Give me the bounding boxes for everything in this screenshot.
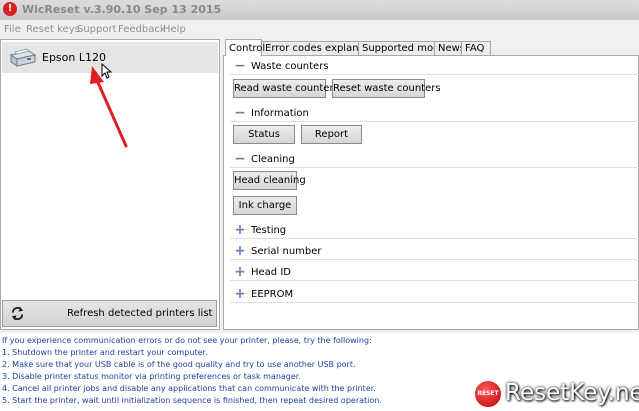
section-label: EEPROM xyxy=(251,289,294,300)
section-label: Head ID xyxy=(251,267,291,278)
control-panel: Control Error codes explanation Supporte… xyxy=(223,39,639,330)
log-line: 1. Shutdown the printer and restart your… xyxy=(2,348,208,357)
menu-feedback[interactable]: Feedback xyxy=(118,24,166,35)
section-label: Testing xyxy=(251,225,287,236)
log-line: 4. Cancel all printer jobs and disable a… xyxy=(2,384,376,393)
expand-icon: + xyxy=(234,222,246,238)
section-label: Waste counters xyxy=(251,61,329,72)
report-button[interactable]: Report xyxy=(301,125,362,144)
watermark-text: ResetKey.net xyxy=(505,380,639,406)
menu-reset-keys[interactable]: Reset keys xyxy=(26,24,80,35)
window-title: WicReset v.3.90.10 Sep 13 2015 xyxy=(22,3,222,16)
ink-charge-button[interactable]: Ink charge xyxy=(233,196,297,215)
reset-waste-counters-button[interactable]: Reset waste counters xyxy=(332,79,441,98)
refresh-button-label: Refresh detected printers list xyxy=(67,308,213,319)
log-line: 5. Start the printer, wait until initial… xyxy=(2,396,382,405)
section-label: Serial number xyxy=(251,246,322,257)
log-line: 3. Disable printer status monitor via pr… xyxy=(2,372,301,381)
section-label: Cleaning xyxy=(251,154,295,165)
expand-icon: + xyxy=(234,243,246,259)
section-eeprom[interactable]: + EEPROM xyxy=(230,286,639,303)
menu-file[interactable]: File xyxy=(4,24,21,35)
tab-faq[interactable]: FAQ xyxy=(461,41,491,55)
section-serial-number[interactable]: + Serial number xyxy=(230,243,639,260)
section-label: Information xyxy=(251,108,309,119)
printer-icon xyxy=(9,48,37,67)
mouse-cursor-icon xyxy=(101,63,113,79)
reset-badge-icon: RESET xyxy=(473,379,503,409)
app-icon: ! xyxy=(3,2,17,16)
log-line: If you experience communication errors o… xyxy=(2,336,372,345)
watermark-logo: RESET ResetKey.net xyxy=(471,378,639,411)
log-line: 2. Make sure that your USB cable is of t… xyxy=(2,360,356,369)
refresh-icon xyxy=(11,306,24,321)
tab-content: − Waste counters Read waste counters Res… xyxy=(223,55,639,330)
section-information[interactable]: − Information xyxy=(230,105,639,122)
refresh-printers-button[interactable]: Refresh detected printers list xyxy=(2,300,217,327)
tab-control[interactable]: Control xyxy=(225,39,265,56)
expand-icon: + xyxy=(234,286,246,302)
section-cleaning[interactable]: − Cleaning xyxy=(230,151,639,168)
section-head-id[interactable]: + Head ID xyxy=(230,264,639,281)
section-testing[interactable]: + Testing xyxy=(230,222,639,239)
read-waste-counters-button[interactable]: Read waste counters xyxy=(233,79,339,98)
menu-bar: File Reset keys Support Feedback Help xyxy=(0,20,639,39)
collapse-icon: − xyxy=(234,105,246,121)
tab-error-codes[interactable]: Error codes explanation xyxy=(261,41,384,55)
title-bar: ! WicReset v.3.90.10 Sep 13 2015 xyxy=(0,0,639,20)
section-waste-counters[interactable]: − Waste counters xyxy=(230,58,639,75)
head-cleaning-button[interactable]: Head cleaning xyxy=(233,171,306,190)
menu-support[interactable]: Support xyxy=(77,24,117,35)
expand-icon: + xyxy=(234,264,246,280)
tab-news[interactable]: News xyxy=(434,41,465,55)
status-button[interactable]: Status xyxy=(233,125,295,144)
menu-help[interactable]: Help xyxy=(163,24,186,35)
tab-supported-models[interactable]: Supported models xyxy=(358,41,454,55)
collapse-icon: − xyxy=(234,151,246,167)
collapse-icon: − xyxy=(234,58,246,74)
